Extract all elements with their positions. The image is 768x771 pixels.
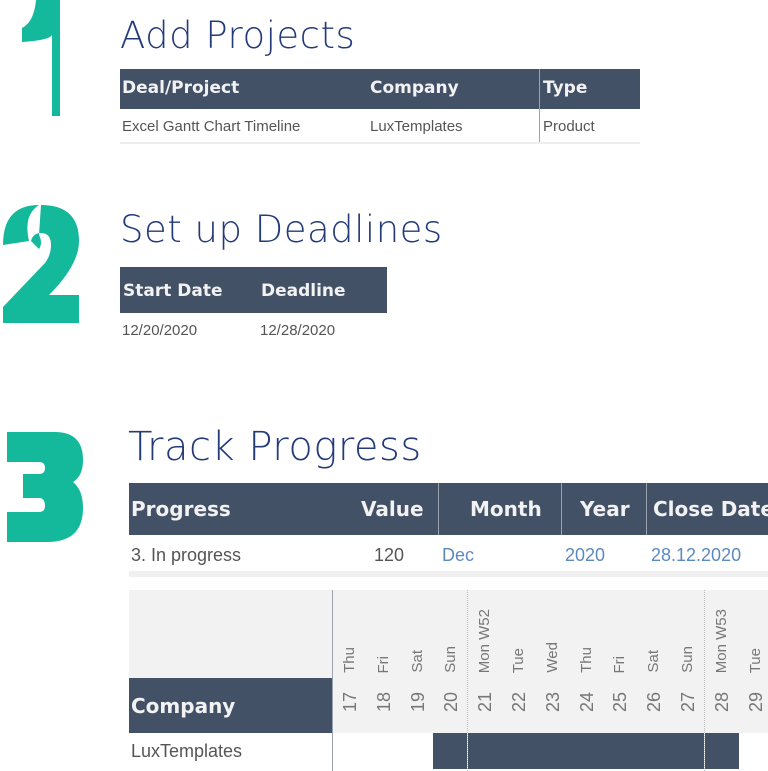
day-number: 18 bbox=[373, 692, 394, 713]
gantt-bar[interactable] bbox=[468, 733, 704, 769]
day-name: Tue bbox=[510, 647, 527, 673]
cell-year[interactable]: 2020 bbox=[565, 545, 605, 566]
deadlines-table-row[interactable]: 12/20/2020 12/28/2020 bbox=[120, 313, 387, 347]
day-name: Sun bbox=[442, 646, 460, 673]
step-1-title: Add Projects bbox=[120, 14, 356, 57]
gantt-bar[interactable] bbox=[433, 733, 467, 769]
day-number: 25 bbox=[610, 692, 631, 713]
step-3-number-icon bbox=[7, 432, 83, 542]
col-month: Month bbox=[470, 497, 542, 521]
day-name: Thu bbox=[341, 647, 358, 673]
col-value: Value bbox=[361, 497, 424, 521]
cell-company[interactable]: LuxTemplates bbox=[370, 118, 463, 135]
row-underline bbox=[129, 571, 768, 577]
column-divider bbox=[438, 483, 439, 535]
day-number: 19 bbox=[407, 692, 428, 713]
col-year: Year bbox=[580, 497, 630, 521]
day-number: 26 bbox=[644, 692, 665, 713]
col-start-date: Start Date bbox=[123, 281, 223, 301]
col-deal-project: Deal/Project bbox=[122, 78, 240, 98]
cell-start-date[interactable]: 12/20/2020 bbox=[122, 322, 197, 339]
day-number: 28 bbox=[711, 692, 732, 713]
day-number: 20 bbox=[441, 692, 462, 713]
day-name: Sat bbox=[408, 650, 426, 673]
col-type: Type bbox=[543, 78, 588, 98]
day-number: 22 bbox=[509, 692, 529, 713]
day-name: Mon W52 bbox=[476, 608, 494, 673]
gantt-column-divider bbox=[332, 590, 333, 771]
row-underline bbox=[120, 142, 640, 144]
day-name: Sat bbox=[645, 650, 663, 673]
deadlines-table-header: Start Date Deadline bbox=[120, 267, 387, 313]
day-name: Fri bbox=[611, 655, 629, 674]
projects-table-row[interactable]: Excel Gantt Chart Timeline LuxTemplates … bbox=[120, 110, 640, 142]
cell-progress[interactable]: 3. In progress bbox=[131, 545, 241, 566]
column-divider bbox=[561, 483, 562, 535]
day-name: Wed bbox=[543, 642, 561, 673]
step-2-number-icon bbox=[3, 205, 79, 323]
gantt-company-header-label: Company bbox=[131, 694, 236, 718]
cell-month[interactable]: Dec bbox=[442, 545, 474, 566]
day-number: 21 bbox=[475, 692, 496, 713]
projects-table-header: Deal/Project Company Type bbox=[120, 69, 640, 109]
gantt-company[interactable]: LuxTemplates bbox=[131, 741, 242, 762]
day-name: Sun bbox=[679, 646, 696, 673]
day-number: 24 bbox=[576, 692, 597, 713]
cell-deal-project[interactable]: Excel Gantt Chart Timeline bbox=[122, 118, 300, 135]
step-3-title: Track Progress bbox=[128, 424, 422, 470]
gantt-row[interactable]: LuxTemplates bbox=[129, 733, 332, 769]
column-divider bbox=[646, 483, 647, 535]
col-close-date: Close Date bbox=[653, 497, 768, 521]
day-number: 23 bbox=[542, 692, 563, 713]
day-name: Thu bbox=[577, 647, 595, 673]
day-name: Mon W53 bbox=[712, 608, 730, 673]
gantt-company-header: Company bbox=[129, 678, 332, 733]
gantt-bar[interactable] bbox=[705, 733, 739, 769]
cell-close-date[interactable]: 28.12.2020 bbox=[651, 545, 741, 566]
cell-deadline[interactable]: 12/28/2020 bbox=[260, 322, 335, 339]
cell-value[interactable]: 120 bbox=[374, 545, 404, 566]
step-1-number-icon bbox=[22, 0, 60, 116]
day-number: 17 bbox=[340, 692, 360, 713]
day-name: Fri bbox=[374, 655, 392, 674]
progress-table-header: Progress Value Month Year Close Date bbox=[129, 483, 768, 535]
cell-type[interactable]: Product bbox=[543, 118, 595, 135]
step-2-title: Set up Deadlines bbox=[120, 208, 443, 251]
col-progress: Progress bbox=[131, 497, 231, 521]
col-deadline: Deadline bbox=[261, 281, 346, 301]
col-company: Company bbox=[370, 78, 459, 98]
day-number: 27 bbox=[678, 692, 698, 713]
progress-table-row[interactable]: 3. In progress 120 Dec 2020 28.12.2020 bbox=[129, 535, 768, 571]
day-number: 29 bbox=[745, 692, 766, 713]
day-name: Tue bbox=[746, 647, 764, 673]
